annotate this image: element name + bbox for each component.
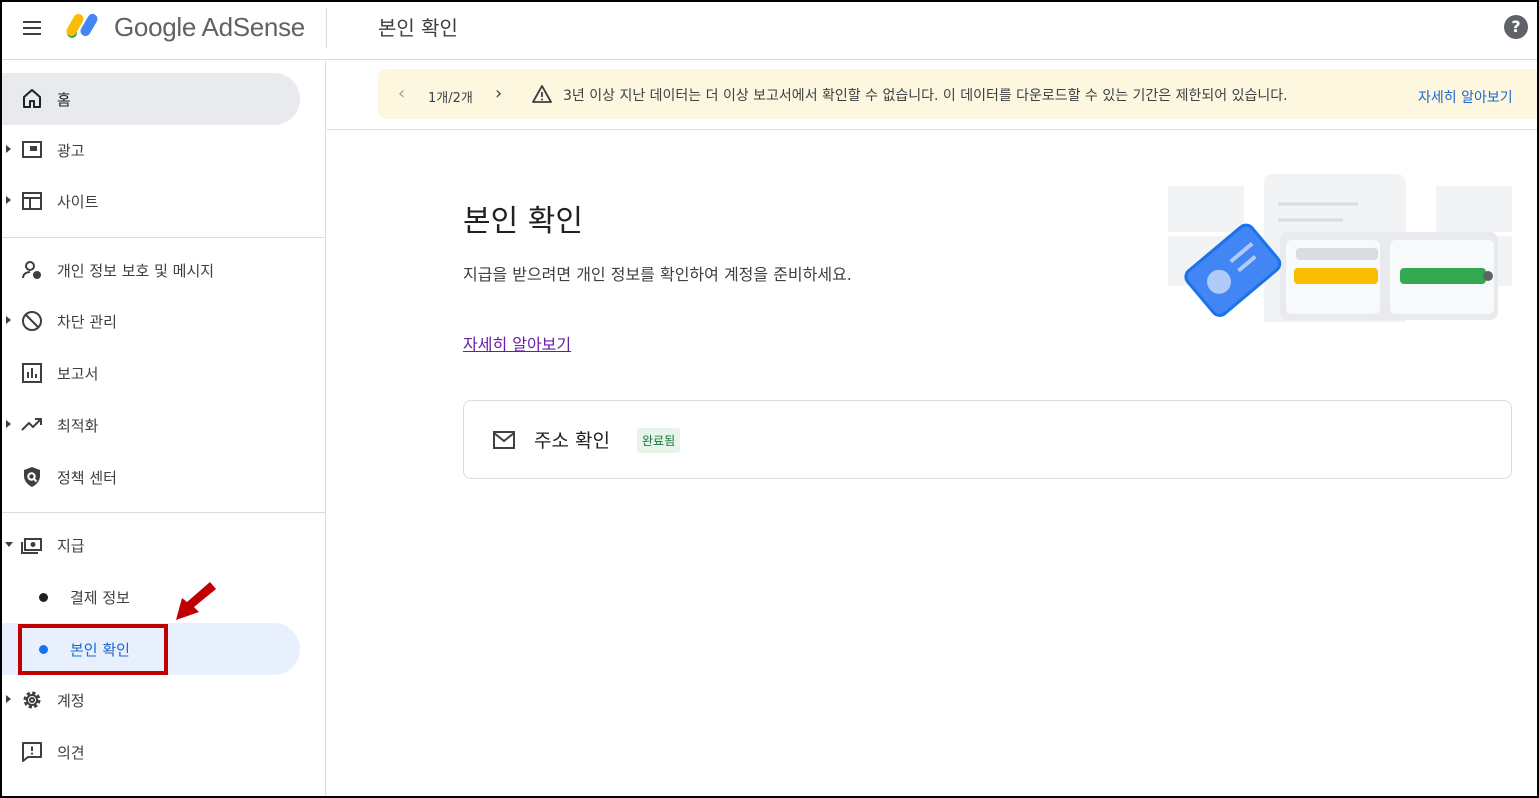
- sidebar-item-blocking-controls[interactable]: 차단 관리: [0, 295, 300, 347]
- sidebar-item-sites[interactable]: 사이트: [0, 175, 300, 227]
- expand-caret-icon: [6, 316, 11, 324]
- sidebar-subitem-payment-info[interactable]: 결제 정보: [0, 571, 300, 623]
- sidebar-item-reports[interactable]: 보고서: [0, 347, 300, 399]
- sidebar-item-label: 차단 관리: [57, 313, 117, 331]
- sidebar-item-label: 보고서: [57, 365, 99, 383]
- annotation-highlight-box: [18, 624, 168, 675]
- policy-shield-icon: [24, 467, 40, 487]
- brand-name: Google AdSense: [114, 12, 305, 42]
- notification-banner: ‹ 1개/2개 › 3년 이상 지난 데이터는 더 이상 보고서에서 확인할 수…: [378, 69, 1539, 119]
- gear-icon: [23, 691, 41, 709]
- sidebar-item-label: 광고: [57, 142, 85, 160]
- expand-caret-icon: [6, 695, 11, 703]
- status-badge: 완료됨: [637, 428, 681, 453]
- banner-message: 3년 이상 지난 데이터는 더 이상 보고서에서 확인할 수 없습니다. 이 데…: [563, 88, 1288, 104]
- payments-icon: [21, 538, 42, 554]
- bullet-dot-icon: [39, 593, 48, 602]
- feedback-icon: [22, 742, 42, 762]
- block-icon: [22, 311, 42, 331]
- chevron-left-icon[interactable]: ‹: [398, 83, 405, 104]
- expand-caret-icon: [6, 196, 11, 204]
- content-divider: [327, 129, 1539, 130]
- privacy-person-icon: [22, 261, 41, 279]
- card-title: 주소 확인: [534, 430, 610, 452]
- sidebar: 홈 광고 사이트 개인 정보 보호 및 메시지 차단 관리 보고서 최적화 정책…: [0, 61, 326, 798]
- identity-card-illustration: [1168, 174, 1512, 322]
- sidebar-item-label: 사이트: [57, 193, 99, 211]
- page-title: 본인 확인: [463, 204, 583, 239]
- sidebar-divider: [0, 237, 326, 238]
- mail-icon: [493, 431, 515, 449]
- sidebar-item-label: 홈: [57, 91, 71, 109]
- top-app-bar: Google AdSense 본인 확인 ?: [0, 0, 1539, 60]
- home-icon: [23, 89, 41, 108]
- adsense-logo-icon: [66, 13, 98, 38]
- sidebar-item-label: 의견: [57, 744, 85, 762]
- sidebar-divider: [0, 512, 326, 513]
- sidebar-item-account[interactable]: 계정: [0, 674, 300, 726]
- page-description: 지급을 받으려면 개인 정보를 확인하여 계정을 준비하세요.: [463, 265, 852, 284]
- sidebar-item-ads[interactable]: 광고: [0, 124, 300, 176]
- expand-caret-icon: [6, 420, 11, 428]
- chevron-right-icon[interactable]: ›: [495, 83, 502, 104]
- sidebar-item-label: 개인 정보 보호 및 메시지: [57, 262, 215, 280]
- ads-icon: [22, 141, 42, 158]
- help-icon[interactable]: ?: [1504, 15, 1528, 39]
- sidebar-item-home[interactable]: 홈: [0, 73, 300, 125]
- sidebar-item-policy-center[interactable]: 정책 센터: [0, 451, 300, 503]
- trending-up-icon: [21, 418, 42, 431]
- sidebar-item-label: 계정: [57, 692, 85, 710]
- reports-chart-icon: [22, 363, 42, 383]
- sidebar-item-optimization[interactable]: 최적화: [0, 399, 300, 451]
- sidebar-item-label: 지급: [57, 537, 85, 555]
- menu-icon[interactable]: [20, 17, 44, 41]
- header-page-title: 본인 확인: [378, 16, 458, 40]
- annotation-arrow-icon: [176, 582, 216, 620]
- banner-learn-more-link[interactable]: 자세히 알아보기: [1418, 87, 1513, 107]
- collapse-caret-icon: [5, 542, 13, 547]
- address-verification-card[interactable]: 주소 확인 완료됨: [463, 400, 1512, 479]
- banner-pager: 1개/2개: [428, 91, 473, 106]
- sidebar-item-payments[interactable]: 지급: [0, 519, 300, 571]
- sidebar-item-privacy-messaging[interactable]: 개인 정보 보호 및 메시지: [0, 244, 300, 296]
- learn-more-link[interactable]: 자세히 알아보기: [463, 331, 571, 355]
- sidebar-item-feedback[interactable]: 의견: [0, 726, 300, 778]
- warning-icon: [532, 85, 552, 103]
- sidebar-subitem-label: 결제 정보: [70, 589, 130, 607]
- expand-caret-icon: [6, 145, 11, 153]
- header-divider: [326, 8, 327, 48]
- sidebar-item-label: 정책 센터: [57, 469, 117, 487]
- sites-icon: [22, 192, 42, 210]
- sidebar-item-label: 최적화: [57, 417, 99, 435]
